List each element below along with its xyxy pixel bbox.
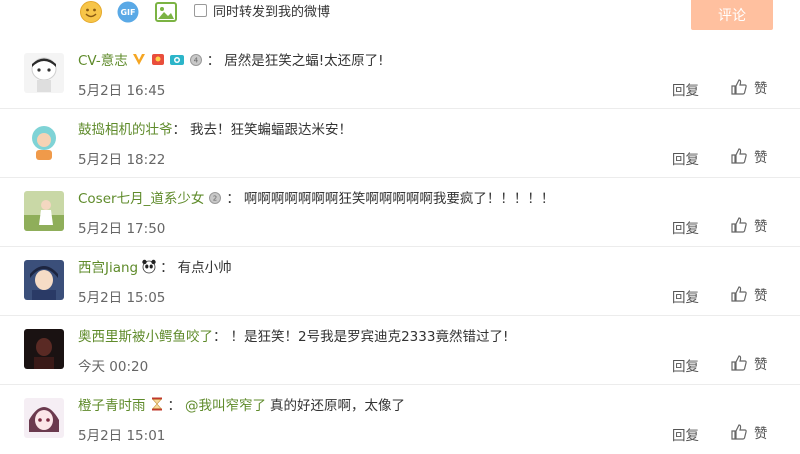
- comment-text: 啊啊啊啊啊啊啊狂笑啊啊啊啊啊我要疯了！！！！！: [243, 191, 555, 207]
- avatar[interactable]: [24, 53, 64, 93]
- forward-checkbox[interactable]: [194, 4, 207, 17]
- like-label: 赞: [754, 81, 768, 97]
- comment-item: 奥西里斯被小鳄鱼咬了 ： ！是狂笑！2号我是罗宾迪克2333竟然错过了! 今天 …: [0, 316, 800, 385]
- like-label: 赞: [754, 219, 768, 235]
- reply-button[interactable]: 回复: [672, 355, 699, 375]
- gif-icon-text: GIF: [120, 7, 136, 17]
- comment-time: 今天 00:20: [78, 359, 149, 375]
- comment-text: 居然是狂笑之蝠!太还原了!: [224, 53, 384, 69]
- red-packet-icon: [151, 54, 164, 65]
- reply-button[interactable]: 回复: [672, 286, 699, 306]
- camera-icon: [169, 55, 184, 65]
- svg-text:4: 4: [194, 57, 199, 65]
- comment-time: 5月2日 15:01: [78, 428, 166, 444]
- forward-to-weibo-option[interactable]: 同时转发到我的微博: [194, 1, 330, 20]
- medal-icon: 4: [189, 54, 202, 66]
- avatar[interactable]: [24, 260, 64, 300]
- mention-link[interactable]: @我叫窄窄了: [185, 394, 266, 414]
- reply-button[interactable]: 回复: [672, 79, 699, 99]
- forward-label: 同时转发到我的微博: [213, 5, 331, 20]
- like-label: 赞: [754, 426, 768, 442]
- avatar[interactable]: [24, 329, 64, 369]
- like-label: 赞: [754, 357, 768, 373]
- username[interactable]: 橙子青时雨: [78, 394, 146, 414]
- image-icon[interactable]: [154, 0, 178, 24]
- reply-button[interactable]: 回复: [672, 217, 699, 237]
- vip-v-icon: [132, 54, 145, 65]
- thumbs-up-icon: [731, 286, 747, 302]
- reply-button[interactable]: 回复: [672, 148, 699, 168]
- like-button[interactable]: 赞: [730, 215, 768, 235]
- thumbs-up-icon: [731, 355, 747, 371]
- comment-text: 真的好还原啊，太像了: [270, 398, 405, 414]
- panda-icon: [142, 259, 156, 274]
- username[interactable]: 奥西里斯被小鳄鱼咬了: [78, 325, 213, 345]
- username[interactable]: 西宫Jiang: [78, 256, 138, 276]
- username[interactable]: Coser七月_道系少女: [78, 187, 204, 207]
- comment-time: 5月2日 17:50: [78, 221, 166, 237]
- avatar[interactable]: [24, 398, 64, 438]
- comment-item: 西宫Jiang ： 有点小帅 5月2日 15:05 回复 赞: [0, 247, 800, 316]
- comment-text: ！是狂笑！2号我是罗宾迪克2333竟然错过了!: [230, 329, 509, 345]
- comment-time: 5月2日 16:45: [78, 83, 166, 99]
- comment-text: 有点小帅: [177, 260, 232, 276]
- avatar[interactable]: [24, 191, 64, 231]
- thumbs-up-icon: [731, 79, 747, 95]
- medal-icon: 2: [209, 192, 222, 204]
- gif-icon[interactable]: GIF: [116, 0, 140, 24]
- hourglass-icon: [151, 397, 162, 411]
- like-button[interactable]: 赞: [730, 422, 768, 442]
- like-button[interactable]: 赞: [730, 284, 768, 304]
- like-button[interactable]: 赞: [730, 77, 768, 97]
- emoji-icon[interactable]: [79, 0, 103, 24]
- submit-comment-button[interactable]: 评论: [691, 0, 773, 30]
- comment-item: 鼓捣相机的壮爷 ： 我去！狂笑蝙蝠跟达米安！ 5月2日 18:22 回复 赞: [0, 109, 800, 178]
- like-button[interactable]: 赞: [730, 146, 768, 166]
- like-label: 赞: [754, 288, 768, 304]
- svg-text:2: 2: [213, 195, 217, 203]
- comment-text: 我去！狂笑蝙蝠跟达米安！: [190, 122, 352, 138]
- like-label: 赞: [754, 150, 768, 166]
- avatar[interactable]: [24, 122, 64, 162]
- comment-item: Coser七月_道系少女 2 ： 啊啊啊啊啊啊啊狂笑啊啊啊啊啊我要疯了！！！！！…: [0, 178, 800, 247]
- comment-time: 5月2日 18:22: [78, 152, 166, 168]
- username[interactable]: CV-意志: [78, 49, 128, 69]
- like-button[interactable]: 赞: [730, 353, 768, 373]
- comment-composer-toolbar: GIF 同时转发到我的微博 评论: [0, 0, 800, 36]
- comment-item: 橙子青时雨 ： @我叫窄窄了 真的好还原啊，太像了 5月2日 15:01 回复 …: [0, 385, 800, 454]
- reply-button[interactable]: 回复: [672, 424, 699, 444]
- thumbs-up-icon: [731, 148, 747, 164]
- comment-time: 5月2日 15:05: [78, 290, 166, 306]
- comment-item: CV-意志 4 ： 居然是狂笑之蝠!太还原了! 5月2日 16:45 回复 赞: [0, 40, 800, 109]
- username[interactable]: 鼓捣相机的壮爷: [78, 118, 173, 138]
- thumbs-up-icon: [731, 424, 747, 440]
- comment-list: CV-意志 4 ： 居然是狂笑之蝠!太还原了! 5月2日 16:45 回复 赞: [0, 40, 800, 454]
- thumbs-up-icon: [731, 217, 747, 233]
